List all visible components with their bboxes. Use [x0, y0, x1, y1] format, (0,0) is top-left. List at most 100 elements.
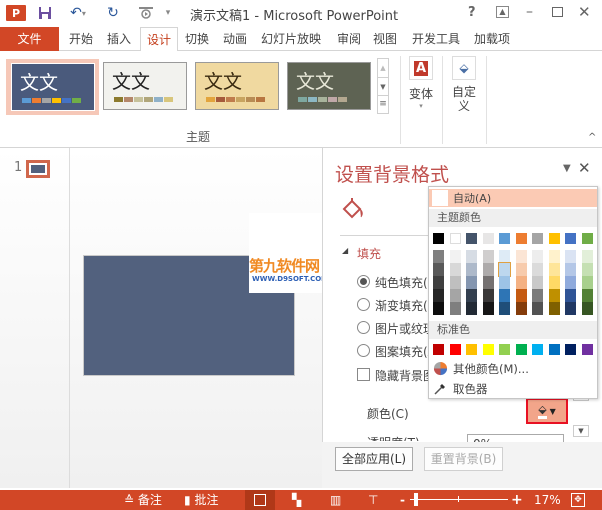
zoom-in-button[interactable]: + — [511, 492, 523, 508]
zoom-slider-track[interactable] — [410, 499, 508, 500]
theme-color-shade-swatch[interactable] — [532, 276, 543, 289]
theme-color-shade-swatch[interactable] — [565, 289, 576, 302]
redo-icon[interactable]: ↻ — [104, 4, 122, 22]
theme-color-swatch[interactable] — [532, 233, 543, 244]
theme-color-shade-swatch[interactable] — [433, 302, 444, 315]
theme-color-swatch[interactable] — [482, 233, 494, 244]
theme-color-shade-swatch[interactable] — [498, 262, 511, 277]
tab-view[interactable]: 视图 — [367, 27, 403, 51]
theme-color-shade-swatch[interactable] — [515, 302, 527, 315]
standard-color-swatch[interactable] — [548, 344, 560, 355]
tab-file[interactable]: 文件 — [0, 27, 59, 51]
theme-color-swatch[interactable] — [581, 233, 593, 244]
standard-color-swatch[interactable] — [565, 344, 576, 355]
theme-color-shade-swatch[interactable] — [548, 289, 560, 302]
standard-color-swatch[interactable] — [532, 344, 543, 355]
tab-slideshow[interactable]: 幻灯片放映 — [255, 27, 327, 51]
theme-color-swatch[interactable] — [449, 233, 461, 244]
theme-color-shade-swatch[interactable] — [499, 276, 510, 289]
tab-review[interactable]: 审阅 — [331, 27, 367, 51]
powerpoint-app-icon[interactable]: P — [6, 5, 26, 21]
theme-color-shade-swatch[interactable] — [548, 250, 560, 263]
theme-color-shade-swatch[interactable] — [433, 289, 444, 302]
theme-color-shade-swatch[interactable] — [482, 289, 494, 302]
theme-color-shade-swatch[interactable] — [466, 263, 477, 276]
theme-color-shade-swatch[interactable] — [433, 250, 444, 263]
theme-color-shade-swatch[interactable] — [532, 302, 543, 315]
theme-color-swatch[interactable] — [466, 233, 477, 244]
standard-color-swatch[interactable] — [449, 344, 461, 355]
close-button[interactable]: ✕ — [578, 3, 591, 21]
standard-color-swatch[interactable] — [515, 344, 527, 355]
slideshow-view-button[interactable]: ⊤ — [368, 492, 378, 508]
standard-color-swatch[interactable] — [482, 344, 494, 355]
theme-color-shade-swatch[interactable] — [482, 276, 494, 289]
theme-color-shade-swatch[interactable] — [449, 289, 461, 302]
comments-button[interactable]: ▮ 批注 — [184, 492, 218, 508]
theme-color-shade-swatch[interactable] — [581, 276, 593, 289]
reset-background-button[interactable]: 重置背景(B) — [424, 447, 503, 471]
eyedropper-option[interactable]: 取色器 — [431, 380, 595, 398]
theme-gallery-item[interactable]: 文文 — [103, 62, 187, 110]
hide-background-graphics-checkbox[interactable] — [357, 368, 370, 381]
panel-scroll-down[interactable]: ▼ — [573, 425, 589, 437]
theme-color-swatch[interactable] — [548, 233, 560, 244]
theme-color-shade-swatch[interactable] — [548, 302, 560, 315]
tab-developer[interactable]: 开发工具 — [406, 27, 466, 51]
theme-gallery-item[interactable]: 文文 — [195, 62, 279, 110]
theme-color-shade-swatch[interactable] — [515, 263, 527, 276]
gradient-fill-radio[interactable] — [357, 298, 370, 311]
theme-color-shade-swatch[interactable] — [548, 276, 560, 289]
minimize-button[interactable]: – — [526, 4, 533, 20]
fill-section-header[interactable]: 填充 — [357, 245, 381, 262]
variants-button[interactable]: A 变体 ▾ — [404, 56, 438, 118]
theme-color-shade-swatch[interactable] — [548, 263, 560, 276]
theme-color-shade-swatch[interactable] — [466, 276, 477, 289]
tab-home[interactable]: 开始 — [63, 27, 99, 51]
slideshow-from-start-icon[interactable] — [134, 4, 158, 22]
notes-button[interactable]: ≙ 备注 — [124, 492, 162, 508]
scroll-up-button[interactable]: ▲ — [378, 59, 388, 77]
theme-color-shade-swatch[interactable] — [449, 263, 461, 276]
theme-color-shade-swatch[interactable] — [532, 263, 543, 276]
tab-transitions[interactable]: 切换 — [179, 27, 215, 51]
theme-color-shade-swatch[interactable] — [449, 276, 461, 289]
standard-color-swatch[interactable] — [433, 344, 444, 355]
theme-color-shade-swatch[interactable] — [482, 302, 494, 315]
tab-insert[interactable]: 插入 — [101, 27, 137, 51]
reading-view-button[interactable]: ▥ — [330, 492, 341, 508]
solid-fill-radio[interactable] — [357, 275, 370, 288]
collapse-fill-section-icon[interactable]: ◢ — [342, 246, 348, 255]
pattern-fill-radio[interactable] — [357, 344, 370, 357]
theme-gallery-item[interactable]: 文文 — [11, 63, 95, 111]
normal-view-button[interactable] — [245, 490, 275, 510]
theme-color-swatch[interactable] — [499, 233, 510, 244]
theme-color-swatch[interactable] — [433, 233, 444, 244]
theme-color-shade-swatch[interactable] — [532, 250, 543, 263]
theme-color-swatch[interactable] — [515, 233, 527, 244]
tab-addins[interactable]: 加载项 — [468, 27, 516, 51]
collapse-ribbon-button[interactable]: ^ — [588, 132, 596, 143]
theme-color-shade-swatch[interactable] — [565, 250, 576, 263]
fill-tab-icon[interactable] — [340, 196, 366, 222]
zoom-out-button[interactable]: - — [400, 492, 405, 508]
theme-color-shade-swatch[interactable] — [466, 250, 477, 263]
theme-color-shade-swatch[interactable] — [466, 289, 477, 302]
more-colors-option[interactable]: 其他颜色(M)... — [431, 360, 595, 378]
undo-icon[interactable]: ↶ ▾ — [64, 4, 92, 22]
tab-design[interactable]: 设计 — [140, 27, 179, 52]
theme-color-shade-swatch[interactable] — [581, 302, 593, 315]
scroll-down-button[interactable]: ▼ — [378, 77, 388, 95]
standard-color-swatch[interactable] — [499, 344, 510, 355]
theme-color-shade-swatch[interactable] — [449, 302, 461, 315]
theme-color-shade-swatch[interactable] — [581, 250, 593, 263]
theme-color-swatch[interactable] — [565, 233, 576, 244]
zoom-level[interactable]: 17% — [534, 492, 561, 508]
theme-gallery-item[interactable]: 文文 — [287, 62, 371, 110]
theme-color-shade-swatch[interactable] — [581, 263, 593, 276]
theme-color-shade-swatch[interactable] — [499, 250, 510, 263]
picture-fill-radio[interactable] — [357, 321, 370, 334]
theme-color-shade-swatch[interactable] — [433, 263, 444, 276]
theme-color-shade-swatch[interactable] — [499, 302, 510, 315]
standard-color-swatch[interactable] — [581, 344, 593, 355]
